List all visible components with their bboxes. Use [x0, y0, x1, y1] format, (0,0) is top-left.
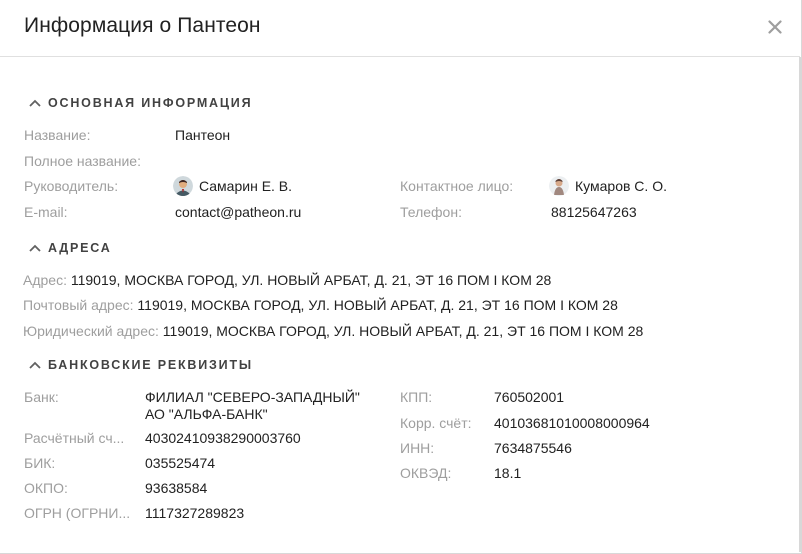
manager-person[interactable]: Самарин Е. В. [173, 176, 292, 196]
chevron-up-icon [29, 99, 41, 107]
okved-label: ОКВЭД: [400, 465, 452, 481]
section-bank-toggle[interactable]: БАНКОВСКИЕ РЕКВИЗИТЫ [28, 358, 253, 372]
address-label: Адрес: [23, 272, 67, 288]
postal-address-value: 119019, МОСКВА ГОРОД, УЛ. НОВЫЙ АРБАТ, Д… [137, 297, 618, 313]
corr-account-label: Корр. счёт: [400, 415, 472, 431]
legal-address-label: Юридический адрес: [23, 323, 159, 339]
contact-label: Контактное лицо: [400, 178, 514, 194]
bank-value-line1: ФИЛИАЛ "СЕВЕРО-ЗАПАДНЫЙ" [145, 389, 360, 405]
account-value: 40302410938290003760 [145, 430, 301, 446]
dialog-title: Информация о Пантеон [24, 14, 261, 37]
avatar [549, 176, 569, 196]
account-label: Расчётный сч... [24, 430, 125, 446]
okved-value: 18.1 [494, 465, 522, 481]
contact-person[interactable]: Кумаров С. О. [549, 176, 667, 196]
bank-value-line2: АО "АЛЬФА-БАНК" [145, 406, 268, 422]
email-label: E-mail: [24, 204, 68, 220]
section-addresses-title: АДРЕСА [48, 241, 112, 255]
chevron-up-icon [29, 361, 41, 369]
postal-address-label: Почтовый адрес: [23, 297, 134, 313]
contact-name: Кумаров С. О. [575, 178, 667, 194]
inn-value: 7634875546 [494, 440, 572, 456]
bank-label: Банк: [24, 389, 59, 405]
postal-address-row: Почтовый адрес: 119019, МОСКВА ГОРОД, УЛ… [23, 297, 618, 313]
section-addresses-toggle[interactable]: АДРЕСА [28, 241, 112, 255]
inn-label: ИНН: [400, 440, 435, 456]
full-name-label: Полное название: [24, 153, 141, 169]
address-row: Адрес: 119019, МОСКВА ГОРОД, УЛ. НОВЫЙ А… [23, 272, 551, 288]
okpo-label: ОКПО: [24, 480, 68, 496]
section-basic-toggle[interactable]: ОСНОВНАЯ ИНФОРМАЦИЯ [28, 96, 252, 110]
avatar [173, 176, 193, 196]
email-value[interactable]: contact@patheon.ru [175, 204, 301, 220]
address-value: 119019, МОСКВА ГОРОД, УЛ. НОВЫЙ АРБАТ, Д… [70, 272, 552, 288]
company-info-dialog: Информация о Пантеон ОСНОВНАЯ ИНФОРМАЦИЯ… [0, 0, 802, 554]
corr-account-value: 40103681010008000964 [494, 415, 650, 431]
ogrn-value: 1117327289823 [145, 505, 245, 521]
dialog-header: Информация о Пантеон [0, 0, 800, 57]
kpp-label: КПП: [400, 389, 433, 405]
bik-value: 035525474 [145, 455, 216, 471]
name-value: Пантеон [175, 127, 231, 143]
legal-address-row: Юридический адрес: 119019, МОСКВА ГОРОД,… [23, 323, 643, 339]
manager-name: Самарин Е. В. [199, 178, 293, 194]
close-button[interactable] [760, 12, 790, 42]
section-basic-title: ОСНОВНАЯ ИНФОРМАЦИЯ [48, 96, 253, 110]
chevron-up-icon [29, 244, 41, 252]
close-icon [768, 20, 782, 34]
legal-address-value: 119019, МОСКВА ГОРОД, УЛ. НОВЫЙ АРБАТ, Д… [162, 323, 644, 339]
scrollbar[interactable] [799, 57, 801, 552]
section-bank-title: БАНКОВСКИЕ РЕКВИЗИТЫ [48, 358, 253, 372]
ogrn-label: ОГРН (ОГРНИ... [24, 505, 131, 521]
okpo-value: 93638584 [145, 480, 208, 496]
manager-label: Руководитель: [24, 178, 119, 194]
name-label: Название: [24, 127, 91, 143]
phone-value[interactable]: 88125647263 [551, 204, 637, 220]
bik-label: БИК: [24, 455, 56, 471]
phone-label: Телефон: [400, 204, 462, 220]
kpp-value: 760502001 [494, 389, 565, 405]
